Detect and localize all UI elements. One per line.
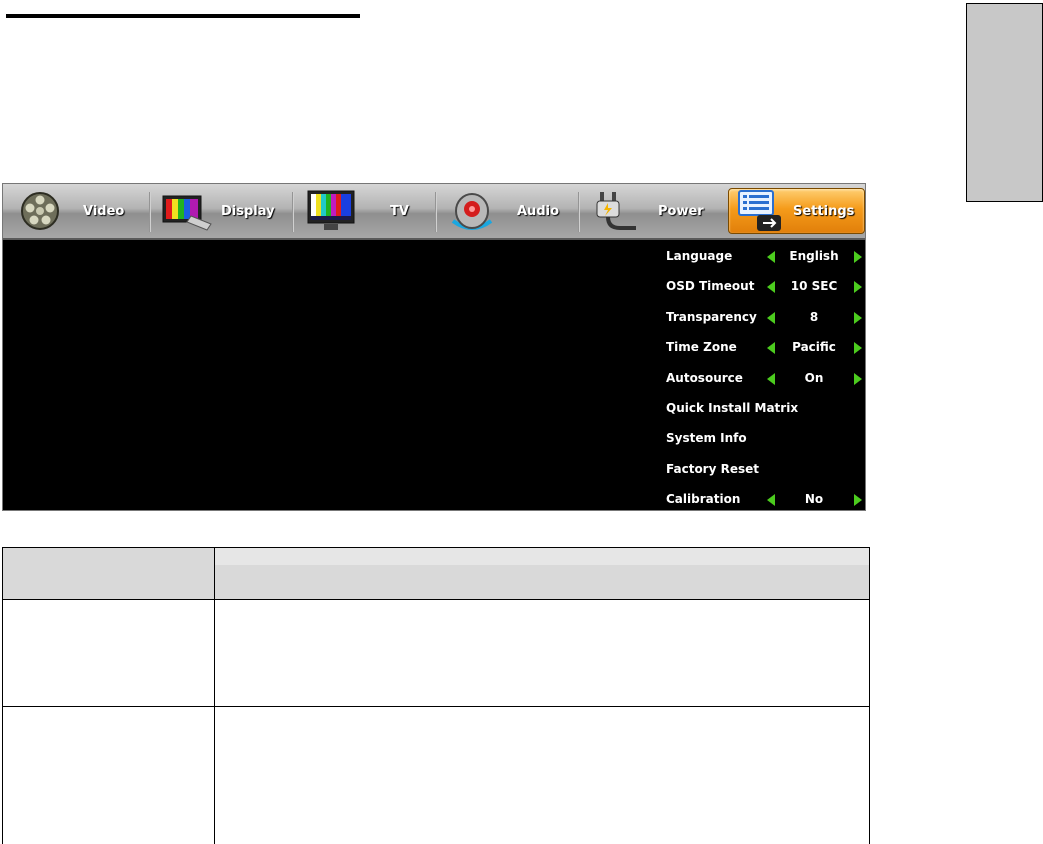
table-border: [214, 547, 215, 844]
left-arrow-icon[interactable]: [767, 342, 775, 354]
setting-value: No: [804, 492, 824, 506]
power-plug-icon: [596, 192, 636, 230]
left-arrow-icon[interactable]: [767, 251, 775, 263]
tab-label: Power: [658, 203, 704, 219]
tab-label: Audio: [517, 203, 560, 219]
setting-label: Quick Install Matrix: [666, 401, 799, 415]
tab-label: Display: [221, 203, 275, 219]
setting-label: Time Zone: [666, 340, 737, 354]
tab-label: TV: [390, 203, 409, 219]
right-arrow-icon[interactable]: [854, 312, 862, 324]
setting-label: Transparency: [666, 310, 757, 324]
table-border: [2, 599, 870, 600]
setting-language[interactable]: Language English: [666, 241, 864, 271]
setting-label: Calibration: [666, 492, 741, 506]
setting-label: OSD Timeout: [666, 279, 755, 293]
setting-value: 10 SEC: [790, 279, 838, 293]
tab-label: Settings: [793, 203, 855, 219]
tab-audio[interactable]: Audio: [439, 188, 577, 234]
tab-separator: [578, 192, 580, 232]
tab-separator: [149, 192, 151, 232]
setting-label: Autosource: [666, 371, 743, 385]
page-header-rule: [6, 14, 360, 18]
setting-value: On: [804, 371, 824, 385]
setting-label: System Info: [666, 431, 747, 445]
table-border: [2, 706, 870, 707]
left-arrow-icon[interactable]: [767, 494, 775, 506]
settings-list-icon: [738, 190, 781, 231]
setting-osd-timeout[interactable]: OSD Timeout 10 SEC: [666, 271, 864, 301]
osd-menu-bar: Video Display TV Audio Power Settings: [3, 184, 865, 240]
setting-quick-install-matrix[interactable]: Quick Install Matrix: [666, 393, 864, 423]
setting-system-info[interactable]: System Info: [666, 423, 864, 453]
setting-label: Factory Reset: [666, 462, 759, 476]
right-arrow-icon[interactable]: [854, 251, 862, 263]
tab-separator: [292, 192, 294, 232]
table-header-sheen: [214, 547, 870, 565]
tab-tv[interactable]: TV: [296, 188, 434, 234]
left-arrow-icon[interactable]: [767, 312, 775, 324]
setting-calibration[interactable]: Calibration No: [666, 484, 864, 510]
speaker-icon: [451, 193, 493, 230]
table-border: [869, 547, 870, 844]
setting-value: 8: [809, 310, 819, 324]
right-arrow-icon[interactable]: [854, 373, 862, 385]
setting-value: Pacific: [792, 340, 836, 354]
right-arrow-icon[interactable]: [854, 342, 862, 354]
tab-label: Video: [83, 203, 125, 219]
tab-separator: [435, 192, 437, 232]
right-arrow-icon[interactable]: [854, 281, 862, 293]
setting-transparency[interactable]: Transparency 8: [666, 302, 864, 332]
setting-factory-reset[interactable]: Factory Reset: [666, 454, 864, 484]
tab-display[interactable]: Display: [153, 188, 291, 234]
left-arrow-icon[interactable]: [767, 281, 775, 293]
section-side-tab: [966, 3, 1043, 202]
table-border: [2, 547, 870, 548]
tab-video[interactable]: Video: [9, 188, 149, 234]
setting-label: Language: [666, 249, 733, 263]
right-arrow-icon[interactable]: [854, 494, 862, 506]
left-arrow-icon[interactable]: [767, 373, 775, 385]
setting-value: English: [789, 249, 839, 263]
color-bars-monitor-icon: [162, 195, 212, 231]
setting-autosource[interactable]: Autosource On: [666, 363, 864, 393]
table-border: [2, 547, 3, 844]
tv-test-pattern-icon: [307, 190, 355, 230]
film-reel-icon: [21, 192, 59, 230]
setting-time-zone[interactable]: Time Zone Pacific: [666, 332, 864, 362]
osd-screen: Video Display TV Audio Power Settings La…: [2, 183, 866, 511]
tab-settings[interactable]: Settings: [728, 188, 865, 234]
tab-power[interactable]: Power: [582, 188, 722, 234]
settings-description-table: [2, 547, 870, 844]
